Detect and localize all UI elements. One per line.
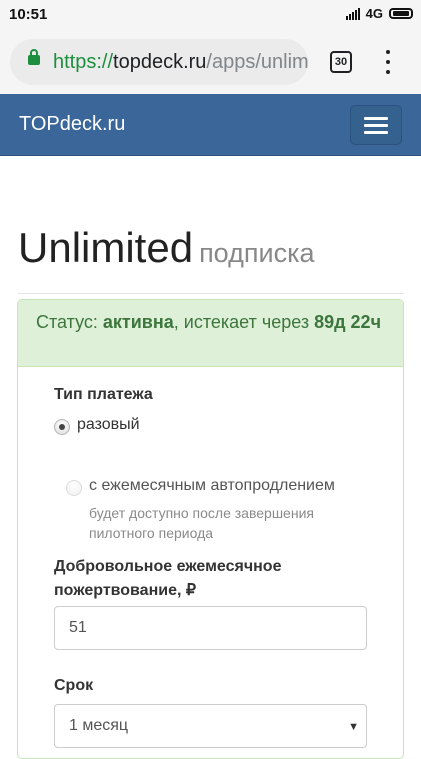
site-navbar: TOPdeck.ru — [0, 94, 421, 156]
url-path: /apps/unlim — [206, 51, 308, 73]
url-text: https://topdeck.ru/apps/unlim — [53, 51, 308, 74]
tab-count: 30 — [334, 56, 348, 68]
dot-icon — [386, 50, 390, 54]
title-divider — [18, 293, 404, 294]
donation-label: Добровольное ежемесячное пожертвование, … — [54, 558, 282, 599]
status-text: Статус: активна, истекает через 89д 22ч — [36, 312, 381, 333]
page-title-main: Unlimited — [18, 224, 194, 271]
radio-once-label[interactable]: разовый — [77, 416, 140, 434]
url-scheme: https:// — [53, 51, 114, 73]
payment-type-label: Тип платежа — [54, 386, 153, 403]
hamburger-menu-button[interactable] — [350, 105, 402, 145]
dropdown-caret-icon: ▼ — [348, 721, 359, 733]
page-title: Unlimited подписка — [18, 224, 315, 272]
network-type: 4G — [365, 6, 383, 21]
lock-icon — [28, 49, 40, 65]
radio-monthly-label: с ежемесячным автопродлением — [89, 477, 335, 494]
status-bar: 10:51 4G — [0, 0, 421, 30]
signal-icon — [345, 7, 360, 20]
term-select[interactable]: 1 месяц ▼ — [54, 704, 367, 748]
dot-icon — [386, 70, 390, 74]
radio-monthly — [66, 480, 82, 496]
browser-toolbar: https://topdeck.ru/apps/unlim 30 — [0, 30, 421, 94]
status-state: активна — [102, 312, 174, 332]
status-remaining: 89д 22ч — [314, 312, 382, 332]
status-alert: Статус: активна, истекает через 89д 22ч — [18, 300, 403, 367]
donation-value: 51 — [69, 619, 87, 636]
brand-link[interactable]: TOPdeck.ru — [19, 113, 125, 136]
page-title-subtitle: подписка — [199, 238, 315, 268]
status-icons: 4G — [345, 6, 413, 21]
term-value: 1 месяц — [69, 717, 129, 734]
hamburger-line-icon — [364, 117, 388, 120]
radio-once[interactable] — [54, 419, 70, 435]
hamburger-line-icon — [364, 131, 388, 134]
status-middle: , истекает через — [173, 312, 315, 332]
url-host: topdeck.ru — [113, 51, 207, 73]
battery-icon — [389, 8, 413, 19]
clock: 10:51 — [9, 6, 48, 23]
dot-icon — [386, 60, 390, 64]
tab-switcher-button[interactable]: 30 — [330, 51, 352, 73]
radio-monthly-help: будет доступно после завершения пилотног… — [89, 505, 314, 541]
term-label: Срок — [54, 677, 94, 694]
hamburger-line-icon — [364, 124, 388, 127]
donation-input[interactable]: 51 — [54, 606, 367, 650]
address-bar[interactable]: https://topdeck.ru/apps/unlim — [10, 39, 308, 85]
status-prefix: Статус: — [36, 312, 103, 332]
browser-menu-button[interactable] — [380, 50, 396, 74]
